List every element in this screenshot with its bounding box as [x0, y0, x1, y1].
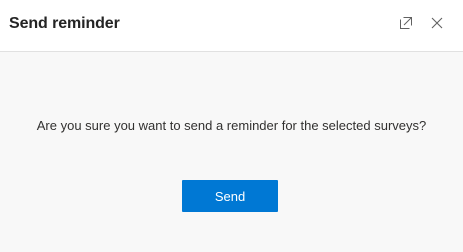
popout-icon: [399, 16, 413, 35]
dialog-body: Are you sure you want to send a reminder…: [0, 52, 463, 252]
close-button[interactable]: [426, 14, 448, 36]
close-icon: [431, 16, 443, 34]
confirmation-message: Are you sure you want to send a reminder…: [36, 118, 427, 133]
send-reminder-dialog: Send reminder Are you sure you want to s…: [0, 0, 463, 252]
dialog-title: Send reminder: [9, 15, 120, 32]
send-button[interactable]: Send: [182, 180, 278, 212]
popout-button[interactable]: [395, 14, 417, 36]
dialog-header: Send reminder: [0, 0, 463, 52]
